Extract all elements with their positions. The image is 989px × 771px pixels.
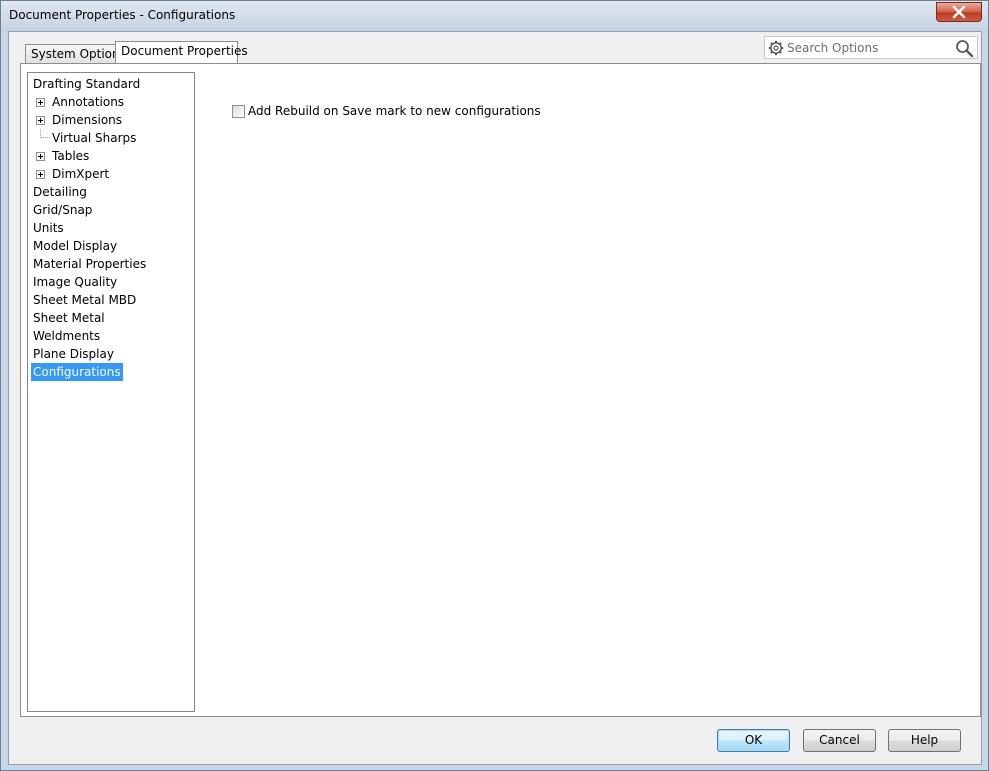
options-panel: Drafting Standard Annotations Dimensions… xyxy=(20,63,981,717)
tree-item-label: Tables xyxy=(52,149,90,163)
tree-item-label: DimXpert xyxy=(52,167,110,181)
plus-box-icon[interactable] xyxy=(36,116,45,125)
plus-box-icon[interactable] xyxy=(36,98,45,107)
gear-icon[interactable] xyxy=(768,40,784,56)
tree-item-label: Virtual Sharps xyxy=(52,131,137,145)
tree-item-model-display[interactable]: Model Display xyxy=(28,237,194,255)
search-box[interactable] xyxy=(764,36,978,59)
add-rebuild-label[interactable]: Add Rebuild on Save mark to new configur… xyxy=(248,104,541,118)
tree-item-image-quality[interactable]: Image Quality xyxy=(28,273,194,291)
close-icon xyxy=(952,5,966,19)
tree-item-units[interactable]: Units xyxy=(28,219,194,237)
window-title: Document Properties - Configurations xyxy=(9,8,236,22)
tree-item-label: Sheet Metal MBD xyxy=(33,293,137,307)
tree-item-virtual-sharps[interactable]: Virtual Sharps xyxy=(28,129,194,147)
tree-item-label: Drafting Standard xyxy=(33,77,141,91)
plus-box-icon[interactable] xyxy=(36,170,45,179)
tree-item-dimxpert[interactable]: DimXpert xyxy=(28,165,194,183)
tree-item-annotations[interactable]: Annotations xyxy=(28,93,194,111)
tree-item-label: Model Display xyxy=(33,239,118,253)
tree-item-material-properties[interactable]: Material Properties xyxy=(28,255,194,273)
search-input[interactable] xyxy=(786,39,946,56)
ok-button[interactable]: OK xyxy=(717,729,790,752)
tree-item-sheet-metal-mbd[interactable]: Sheet Metal MBD xyxy=(28,291,194,309)
tree-item-sheet-metal[interactable]: Sheet Metal xyxy=(28,309,194,327)
close-button[interactable] xyxy=(936,2,982,22)
tree-item-label: Units xyxy=(33,221,64,235)
tree-item-label: Annotations xyxy=(52,95,125,109)
tree-item-label: Detailing xyxy=(33,185,87,199)
tab-system-options[interactable]: System Options xyxy=(25,44,126,63)
search-icon[interactable] xyxy=(955,39,974,58)
tab-document-properties[interactable]: Document Properties xyxy=(115,41,248,63)
tree-item-label: Material Properties xyxy=(33,257,147,271)
tree-item-plane-display[interactable]: Plane Display xyxy=(28,345,194,363)
tree-item-tables[interactable]: Tables xyxy=(28,147,194,165)
tree-item-label: Dimensions xyxy=(52,113,123,127)
cancel-button[interactable]: Cancel xyxy=(803,729,876,752)
help-button[interactable]: Help xyxy=(888,729,961,752)
add-rebuild-checkbox[interactable] xyxy=(232,104,245,118)
tree-item-dimensions[interactable]: Dimensions xyxy=(28,111,194,129)
tree-item-label: Plane Display xyxy=(33,347,114,361)
tree-item-grid-snap[interactable]: Grid/Snap xyxy=(28,201,194,219)
tree-item-label: Grid/Snap xyxy=(33,203,93,217)
tab-system-options-label: System Options xyxy=(31,47,126,61)
tree-connector xyxy=(40,137,50,138)
dialog-window: Document Properties - Configurations Sys… xyxy=(0,0,989,771)
options-tree[interactable]: Drafting Standard Annotations Dimensions… xyxy=(27,72,195,712)
tree-item-configurations[interactable]: Configurations xyxy=(28,363,194,381)
add-rebuild-option[interactable]: Add Rebuild on Save mark to new configur… xyxy=(232,103,541,119)
dialog-client-area: System Options Document Properties Searc… xyxy=(8,31,982,765)
plus-box-icon[interactable] xyxy=(36,152,45,161)
tree-item-label: Sheet Metal xyxy=(33,311,105,325)
tree-item-detailing[interactable]: Detailing xyxy=(28,183,194,201)
title-bar[interactable]: Document Properties - Configurations xyxy=(1,1,988,31)
tree-item-label: Configurations xyxy=(31,363,123,381)
tree-item-label: Weldments xyxy=(33,329,101,343)
tree-item-weldments[interactable]: Weldments xyxy=(28,327,194,345)
tree-item-drafting-standard[interactable]: Drafting Standard xyxy=(28,75,194,93)
tree-item-label: Image Quality xyxy=(33,275,118,289)
tab-document-properties-label: Document Properties xyxy=(121,44,248,58)
